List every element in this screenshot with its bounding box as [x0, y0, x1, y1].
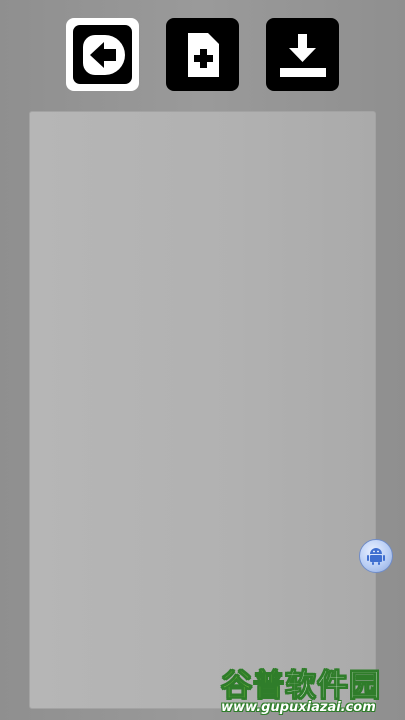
download-icon: [279, 33, 326, 77]
file-plus-icon: [187, 32, 219, 77]
back-button-face: [73, 25, 132, 84]
watermark-title-part1: 谷普: [221, 668, 285, 705]
watermark-url: www.gupuxiazai.com: [221, 700, 376, 715]
download-button[interactable]: [266, 18, 339, 91]
back-button[interactable]: [66, 18, 139, 91]
arrow-left-icon: [82, 34, 125, 75]
watermark-title: 谷普软件园: [221, 660, 405, 705]
watermark-title-part2: 软件园: [285, 668, 381, 705]
watermark-logo: 谷普软件园 www.gupuxiazai.com: [221, 656, 405, 720]
drawing-canvas[interactable]: [29, 111, 376, 709]
android-icon: [367, 548, 385, 565]
toolbar: [0, 0, 405, 100]
new-file-button[interactable]: [166, 18, 239, 91]
floating-assistant-button[interactable]: [359, 539, 393, 573]
